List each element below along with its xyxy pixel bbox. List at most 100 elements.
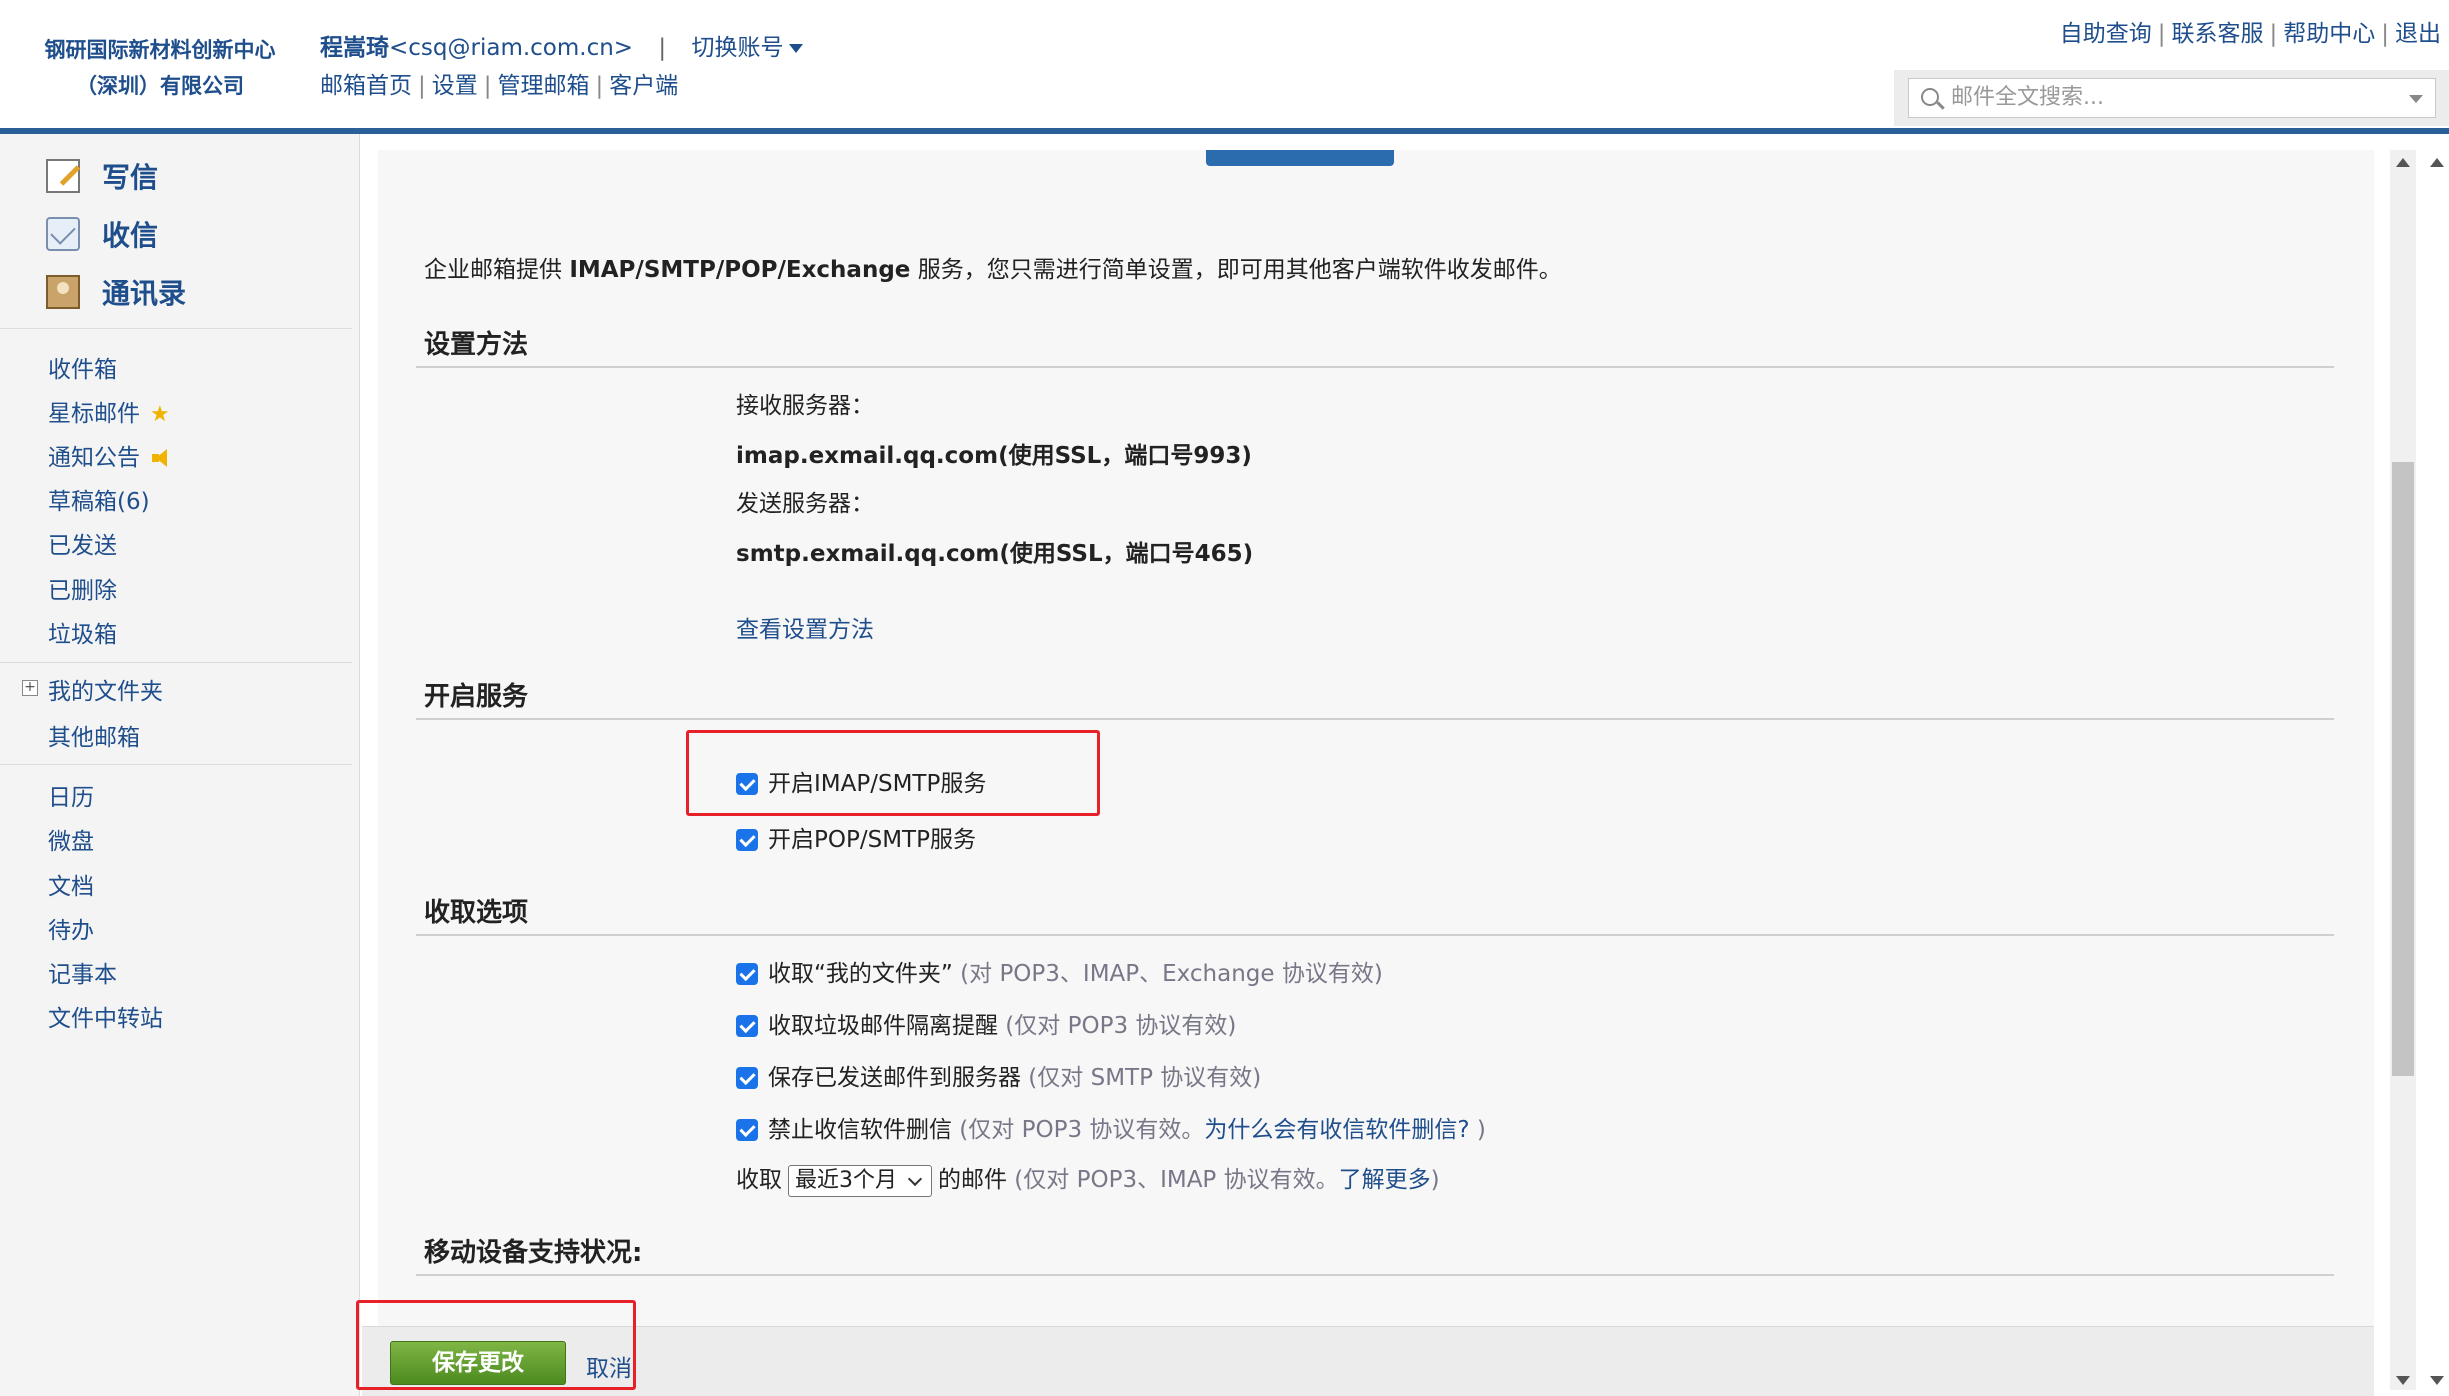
section-divider bbox=[416, 718, 2334, 720]
star-icon: ★ bbox=[150, 402, 170, 427]
page-scroll-down-icon[interactable] bbox=[2430, 1376, 2444, 1385]
user-name: 程嵩琦 bbox=[320, 35, 389, 61]
receive-my-folders-checkbox[interactable] bbox=[736, 963, 758, 985]
sidebar-item-deleted[interactable]: 已删除 bbox=[48, 571, 117, 605]
divider bbox=[0, 328, 352, 329]
nav-mail-home[interactable]: 邮箱首页 bbox=[320, 73, 412, 99]
section-title-receive-options: 收取选项 bbox=[424, 898, 529, 928]
sidebar-item-inbox[interactable]: 收件箱 bbox=[48, 350, 117, 384]
header: 钢研国际新材料创新中心 （深圳）有限公司 程嵩琦<csq@riam.com.cn… bbox=[0, 0, 2449, 128]
contacts-button[interactable]: 通讯录 bbox=[46, 270, 186, 314]
intro-protocols: IMAP/SMTP/POP/Exchange bbox=[569, 257, 911, 283]
scroll-up-icon[interactable] bbox=[2396, 158, 2410, 167]
sidebar-item-sent[interactable]: 已发送 bbox=[48, 526, 117, 560]
receive-my-folders-option: 收取“我的文件夹” (对 POP3、IMAP、Exchange 协议有效) bbox=[736, 954, 1383, 988]
sidebar-item-starred[interactable]: 星标邮件 ★ bbox=[48, 394, 170, 428]
nav-manage-mailbox[interactable]: 管理邮箱 bbox=[498, 73, 590, 99]
page-scrollbar[interactable] bbox=[2424, 150, 2449, 1396]
prevent-delete-label: 禁止收信软件删信 bbox=[768, 1117, 952, 1143]
highlight-box-save bbox=[356, 1300, 636, 1390]
section-title-mobile: 移动设备支持状况: bbox=[424, 1238, 643, 1268]
sidebar-item-other-mailbox[interactable]: 其他邮箱 bbox=[48, 718, 140, 752]
contacts-label: 通讯录 bbox=[102, 277, 187, 310]
spam-reminder-label: 收取垃圾邮件隔离提醒 bbox=[768, 1013, 998, 1039]
outgoing-server-value: smtp.exmail.qq.com(使用SSL，端口号465) bbox=[736, 541, 1254, 567]
search-area: 邮件全文搜索... bbox=[1894, 70, 2449, 126]
separator: | bbox=[595, 73, 604, 99]
learn-more-link[interactable]: 了解更多 bbox=[1339, 1167, 1431, 1193]
intro-prefix: 企业邮箱提供 bbox=[424, 257, 570, 283]
search-dropdown-icon[interactable] bbox=[2409, 95, 2423, 103]
header-divider bbox=[0, 128, 2449, 134]
nav-settings[interactable]: 设置 bbox=[432, 73, 478, 99]
receive-period-prefix: 收取 bbox=[736, 1167, 782, 1193]
view-setup-link[interactable]: 查看设置方法 bbox=[736, 610, 874, 644]
search-input[interactable]: 邮件全文搜索... bbox=[1908, 78, 2436, 118]
search-placeholder: 邮件全文搜索... bbox=[1951, 85, 2104, 110]
sidebar-item-notes[interactable]: 记事本 bbox=[48, 955, 117, 989]
intro-text: 企业邮箱提供 IMAP/SMTP/POP/Exchange 服务，您只需进行简单… bbox=[424, 250, 1562, 284]
search-icon bbox=[1921, 88, 1939, 106]
section-divider bbox=[416, 934, 2334, 936]
scroll-down-icon[interactable] bbox=[2396, 1376, 2410, 1385]
receive-period-select[interactable]: 最近3个月 bbox=[788, 1164, 932, 1197]
why-delete-link[interactable]: 为什么会有收信软件删信? bbox=[1204, 1117, 1469, 1143]
save-sent-label: 保存已发送邮件到服务器 bbox=[768, 1065, 1021, 1091]
link-contact-support[interactable]: 联系客服 bbox=[2172, 21, 2264, 47]
link-help-center[interactable]: 帮助中心 bbox=[2283, 21, 2375, 47]
sidebar-item-todo[interactable]: 待办 bbox=[48, 911, 94, 945]
active-tab-indicator bbox=[1206, 150, 1394, 166]
write-mail-button[interactable]: 写信 bbox=[46, 154, 158, 198]
expand-icon[interactable]: + bbox=[22, 680, 38, 696]
divider bbox=[0, 764, 352, 765]
sidebar-item-starred-label: 星标邮件 bbox=[48, 401, 140, 427]
org-name-line1: 钢研国际新材料创新中心 bbox=[44, 38, 276, 62]
separator: | bbox=[2157, 21, 2166, 47]
sidebar-item-calendar[interactable]: 日历 bbox=[48, 778, 94, 812]
switch-account-link[interactable]: 切换账号 bbox=[691, 35, 804, 61]
spam-reminder-checkbox[interactable] bbox=[736, 1015, 758, 1037]
incoming-server-value: imap.exmail.qq.com(使用SSL，端口号993) bbox=[736, 443, 1252, 469]
save-sent-checkbox[interactable] bbox=[736, 1067, 758, 1089]
sidebar-item-announcements[interactable]: 通知公告 bbox=[48, 438, 172, 472]
link-logout[interactable]: 退出 bbox=[2395, 21, 2441, 47]
nav-client[interactable]: 客户端 bbox=[609, 73, 678, 99]
highlight-box-imap bbox=[686, 730, 1100, 816]
section-title-setup: 设置方法 bbox=[424, 330, 529, 360]
top-nav: 邮箱首页 | 设置 | 管理邮箱 | 客户端 bbox=[320, 66, 678, 100]
sidebar-item-file-transfer[interactable]: 文件中转站 bbox=[48, 999, 163, 1033]
receive-period-note-close: ) bbox=[1430, 1167, 1440, 1193]
prevent-delete-note: (仅对 POP3 协议有效。 bbox=[952, 1117, 1205, 1143]
outgoing-server-label: 发送服务器： bbox=[736, 491, 874, 517]
receive-mail-button[interactable]: 收信 bbox=[46, 212, 158, 256]
receive-period-option: 收取 最近3个月 的邮件 (仅对 POP3、IMAP 协议有效。了解更多) bbox=[736, 1160, 1440, 1197]
write-label: 写信 bbox=[102, 161, 159, 194]
section-title-services: 开启服务 bbox=[424, 682, 529, 712]
receive-period-note: (仅对 POP3、IMAP 协议有效。 bbox=[1007, 1167, 1339, 1193]
sidebar-item-docs[interactable]: 文档 bbox=[48, 867, 94, 901]
separator: | bbox=[2381, 21, 2389, 47]
pop-smtp-checkbox[interactable] bbox=[736, 829, 758, 851]
section-divider bbox=[416, 1274, 2334, 1276]
intro-suffix: 服务，您只需进行简单设置，即可用其他客户端软件收发邮件。 bbox=[910, 257, 1562, 283]
switch-account-label: 切换账号 bbox=[691, 35, 784, 61]
sidebar-item-drive[interactable]: 微盘 bbox=[48, 822, 94, 856]
user-email: <csq@riam.com.cn> bbox=[389, 35, 634, 61]
link-self-service[interactable]: 自助查询 bbox=[2060, 21, 2152, 47]
page-scroll-up-icon[interactable] bbox=[2430, 158, 2444, 167]
view-setup-link-text[interactable]: 查看设置方法 bbox=[736, 617, 874, 643]
section-divider bbox=[416, 366, 2334, 368]
spam-reminder-note: (仅对 POP3 协议有效) bbox=[998, 1013, 1237, 1039]
sidebar-item-drafts[interactable]: 草稿箱(6) bbox=[48, 482, 150, 516]
prevent-delete-option: 禁止收信软件删信 (仅对 POP3 协议有效。为什么会有收信软件删信? ) bbox=[736, 1110, 1486, 1144]
sidebar-item-my-folders[interactable]: 我的文件夹 bbox=[48, 672, 163, 706]
separator: | bbox=[418, 73, 426, 99]
receive-label: 收信 bbox=[102, 219, 159, 252]
pop-smtp-label: 开启POP/SMTP服务 bbox=[768, 827, 976, 853]
separator: | bbox=[483, 73, 492, 99]
sidebar-item-spam[interactable]: 垃圾箱 bbox=[48, 615, 117, 649]
action-bar: 保存更改 取消 bbox=[362, 1326, 2374, 1396]
pop-smtp-option: 开启POP/SMTP服务 bbox=[736, 820, 976, 854]
content-scrollbar-thumb[interactable] bbox=[2392, 462, 2414, 1076]
prevent-delete-checkbox[interactable] bbox=[736, 1119, 758, 1141]
